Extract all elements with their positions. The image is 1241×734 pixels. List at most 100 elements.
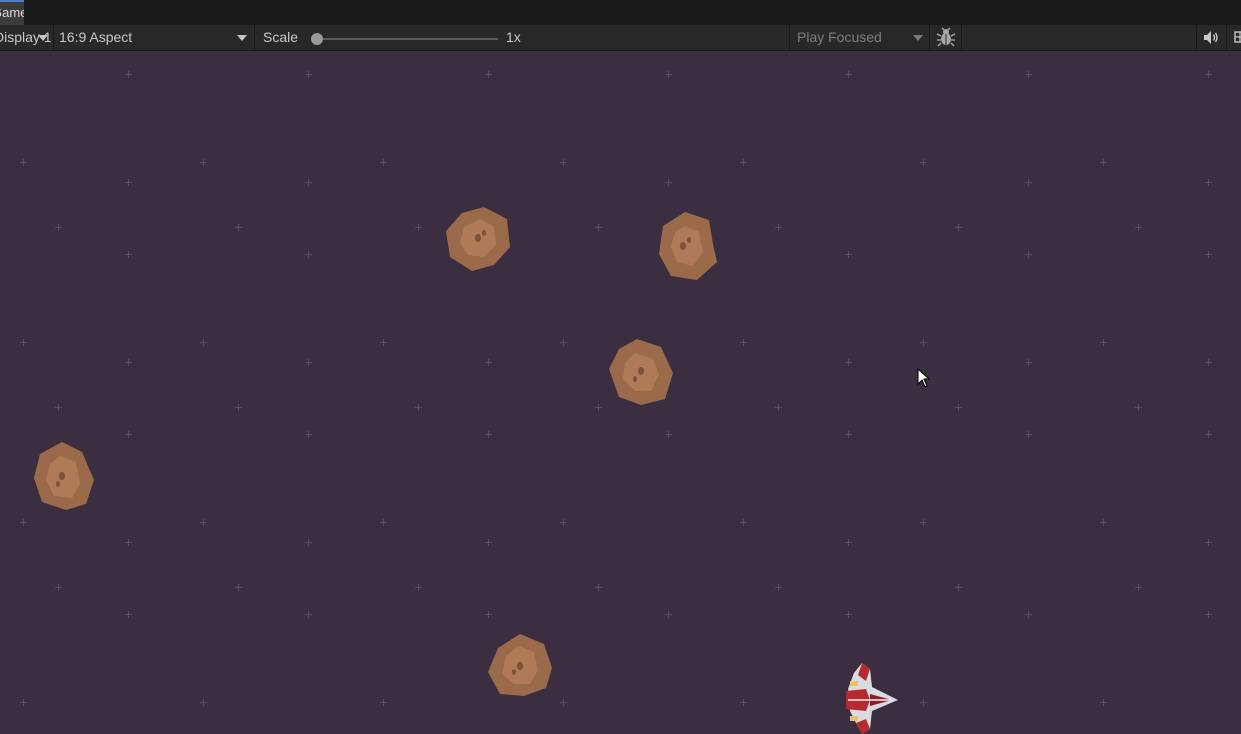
mute-audio-button[interactable] xyxy=(1198,25,1224,50)
star-sparkle xyxy=(55,224,62,231)
scale-label: Scale xyxy=(263,29,299,45)
star-sparkle xyxy=(20,699,27,706)
star-sparkle xyxy=(1135,404,1142,411)
asteroid xyxy=(488,634,552,696)
star-sparkle xyxy=(125,539,132,546)
star-sparkle xyxy=(235,404,242,411)
chevron-down-icon xyxy=(237,35,247,41)
star-sparkle xyxy=(380,159,387,166)
tab-bar: Game xyxy=(0,0,1241,26)
star-sparkle xyxy=(665,431,672,438)
star-sparkle xyxy=(740,519,747,526)
star-sparkle xyxy=(920,159,927,166)
star-sparkle xyxy=(485,359,492,366)
star-sparkle xyxy=(665,71,672,78)
star-sparkle xyxy=(55,584,62,591)
star-sparkle xyxy=(1135,224,1142,231)
star-sparkle xyxy=(200,519,207,526)
star-sparkle xyxy=(20,339,27,346)
star-sparkle xyxy=(305,179,312,186)
star-sparkle xyxy=(1025,251,1032,258)
star-sparkle xyxy=(1025,359,1032,366)
star-sparkle xyxy=(485,431,492,438)
star-sparkle xyxy=(1205,359,1212,366)
star-sparkle xyxy=(1025,431,1032,438)
tab-game[interactable]: Game xyxy=(0,0,24,25)
star-sparkle xyxy=(55,404,62,411)
star-sparkle xyxy=(1025,179,1032,186)
tab-label: Game xyxy=(0,5,24,20)
star-sparkle xyxy=(485,539,492,546)
star-sparkle xyxy=(380,339,387,346)
star-sparkle xyxy=(1100,159,1107,166)
star-sparkle xyxy=(845,611,852,618)
star-sparkle xyxy=(595,404,602,411)
grid-icon xyxy=(1234,31,1241,43)
star-sparkle xyxy=(125,251,132,258)
star-sparkle xyxy=(125,359,132,366)
star-sparkle xyxy=(560,519,567,526)
game-toolbar: Display 1 16:9 Aspect Scale 1x Play Focu… xyxy=(0,25,1241,51)
star-sparkle xyxy=(1205,71,1212,78)
star-sparkle xyxy=(305,539,312,546)
star-sparkle xyxy=(775,224,782,231)
star-sparkle xyxy=(560,699,567,706)
scale-slider-thumb[interactable] xyxy=(311,33,323,45)
star-sparkle xyxy=(1135,584,1142,591)
star-sparkle xyxy=(955,404,962,411)
star-sparkle xyxy=(125,431,132,438)
star-sparkle xyxy=(380,519,387,526)
asteroid xyxy=(446,207,510,271)
star-sparkle xyxy=(235,584,242,591)
play-mode-label: Play Focused xyxy=(797,29,882,45)
star-sparkle xyxy=(1025,611,1032,618)
star-sparkle xyxy=(380,699,387,706)
star-sparkle xyxy=(595,584,602,591)
speaker-icon xyxy=(1204,31,1218,44)
star-sparkle xyxy=(200,339,207,346)
star-sparkle xyxy=(20,159,27,166)
play-mode-dropdown[interactable]: Play Focused xyxy=(789,25,929,50)
star-sparkle xyxy=(20,519,27,526)
star-sparkle xyxy=(1025,71,1032,78)
star-sparkle xyxy=(775,584,782,591)
star-sparkle xyxy=(845,251,852,258)
star-sparkle xyxy=(200,699,207,706)
scale-slider-track[interactable] xyxy=(318,38,498,40)
star-sparkle xyxy=(235,224,242,231)
star-sparkle xyxy=(1205,539,1212,546)
star-sparkle xyxy=(920,339,927,346)
star-sparkle xyxy=(1205,611,1212,618)
star-sparkle xyxy=(920,519,927,526)
star-sparkle xyxy=(595,224,602,231)
star-sparkle xyxy=(305,431,312,438)
star-sparkle xyxy=(1100,339,1107,346)
chevron-down-icon xyxy=(38,35,48,41)
star-sparkle xyxy=(305,359,312,366)
debug-toggle-button[interactable] xyxy=(929,25,962,50)
toolbar-divider xyxy=(1196,25,1197,50)
asteroid xyxy=(609,339,673,405)
star-sparkle xyxy=(415,224,422,231)
star-sparkle xyxy=(955,224,962,231)
star-sparkle xyxy=(845,539,852,546)
aspect-dropdown[interactable]: 16:9 Aspect xyxy=(54,25,255,50)
chevron-down-icon xyxy=(913,35,923,41)
star-sparkle xyxy=(845,359,852,366)
stats-button[interactable] xyxy=(1226,25,1241,50)
star-sparkle xyxy=(1100,699,1107,706)
scale-value: 1x xyxy=(506,29,521,45)
star-sparkle xyxy=(485,71,492,78)
star-sparkle xyxy=(1205,179,1212,186)
bug-icon xyxy=(936,27,956,47)
asteroid xyxy=(34,442,94,510)
mouse-pointer-icon xyxy=(917,368,931,388)
game-viewport[interactable] xyxy=(0,51,1241,734)
star-sparkle xyxy=(665,611,672,618)
star-sparkle xyxy=(1100,519,1107,526)
star-sparkle xyxy=(920,699,927,706)
display-dropdown[interactable]: Display 1 xyxy=(0,25,54,50)
star-sparkle xyxy=(740,339,747,346)
star-sparkle xyxy=(125,179,132,186)
star-sparkle xyxy=(740,699,747,706)
